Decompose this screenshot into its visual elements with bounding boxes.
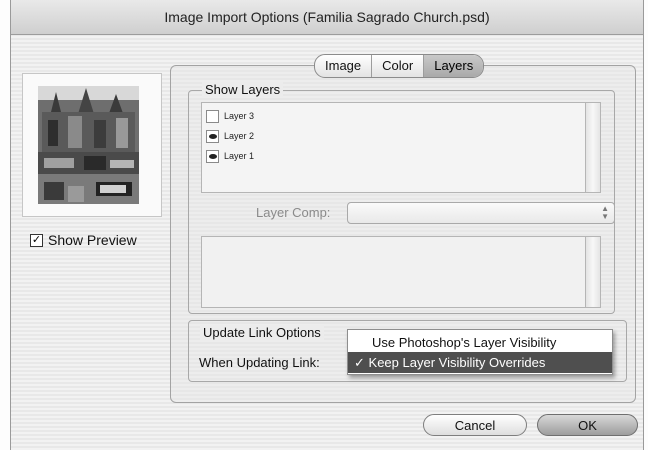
checkbox-icon[interactable]: ✓	[30, 233, 43, 247]
layer-row[interactable]: Layer 2	[206, 127, 254, 145]
menu-item-keep-overrides[interactable]: ✓ Keep Layer Visibility Overrides	[348, 352, 612, 373]
visibility-toggle[interactable]	[206, 129, 219, 143]
layer-comp-select[interactable]: ▲ ▼	[347, 202, 615, 224]
cancel-button[interactable]: Cancel	[423, 414, 527, 436]
layer-comp-label: Layer Comp:	[256, 205, 331, 220]
layer-name: Layer 3	[224, 111, 255, 121]
tab-bar: Image Color Layers	[314, 54, 485, 78]
updown-arrows-icon: ▲ ▼	[601, 204, 609, 221]
checkmark-icon: ✓	[354, 355, 365, 370]
visibility-toggle[interactable]	[206, 149, 219, 163]
show-preview-label: Show Preview	[48, 232, 137, 248]
show-preview-checkbox[interactable]: ✓ Show Preview	[30, 232, 137, 248]
window-title: Image Import Options (Familia Sagrado Ch…	[11, 0, 643, 35]
show-layers-label: Show Layers	[202, 82, 284, 97]
preview-panel	[22, 73, 162, 217]
eye-icon	[208, 133, 217, 139]
layer-comp-comment-box	[201, 236, 601, 308]
layer-row[interactable]: Layer 1	[206, 147, 254, 165]
when-updating-link-label: When Updating Link:	[199, 355, 320, 370]
eye-icon	[208, 153, 217, 159]
layer-name: Layer 1	[224, 151, 255, 161]
menu-item-label: Keep Layer Visibility Overrides	[368, 355, 546, 370]
menu-item-label: Use Photoshop's Layer Visibility	[372, 335, 557, 350]
layer-name: Layer 2	[224, 131, 255, 141]
tab-layers[interactable]: Layers	[424, 55, 484, 77]
menu-item-use-photoshop-visibility[interactable]: Use Photoshop's Layer Visibility	[348, 332, 612, 353]
layer-list: Layer 3 Layer 2 Layer 1	[201, 102, 601, 193]
comment-scrollbar[interactable]	[585, 237, 600, 307]
layer-row[interactable]: Layer 3	[206, 107, 254, 125]
update-link-options-label: Update Link Options	[200, 325, 324, 340]
tab-image[interactable]: Image	[315, 55, 373, 77]
visibility-toggle[interactable]	[206, 109, 219, 123]
layer-list-scrollbar[interactable]	[585, 103, 600, 192]
update-link-popup-menu: Use Photoshop's Layer Visibility ✓ Keep …	[347, 329, 613, 375]
preview-image	[38, 86, 139, 204]
tab-color[interactable]: Color	[372, 55, 425, 77]
ok-button[interactable]: OK	[537, 414, 638, 436]
